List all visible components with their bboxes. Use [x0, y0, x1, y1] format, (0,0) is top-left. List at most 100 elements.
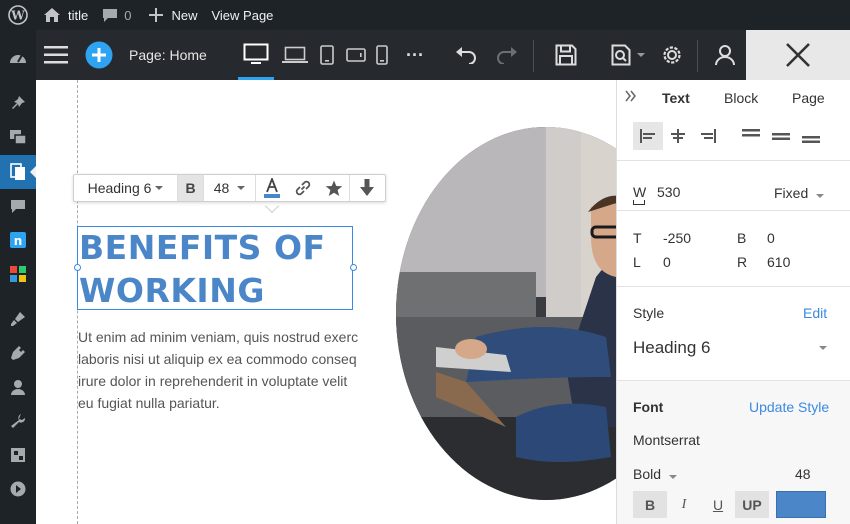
- width-value-input[interactable]: 530: [657, 184, 680, 200]
- undo-button[interactable]: [453, 30, 479, 80]
- settings-icon[interactable]: [0, 438, 36, 472]
- section-divider: [617, 160, 850, 161]
- heading-line-2: WORKING: [79, 271, 265, 310]
- hero-photo[interactable]: [396, 127, 616, 500]
- font-size-label: 48: [213, 180, 230, 196]
- style-label: Style: [633, 305, 665, 321]
- plugins-icon[interactable]: [0, 336, 36, 370]
- appearance-icon[interactable]: [0, 302, 36, 336]
- italic-button[interactable]: I: [669, 491, 699, 518]
- heading-line-1: BENEFITS OF: [79, 228, 326, 267]
- users-icon[interactable]: [0, 370, 36, 404]
- font-weight-dropdown[interactable]: Bold: [633, 466, 677, 482]
- comments-icon[interactable]: [0, 189, 36, 223]
- gear-icon: [663, 46, 681, 64]
- tab-block[interactable]: Block: [724, 90, 758, 106]
- bottom-value-input[interactable]: 0: [767, 230, 775, 246]
- align-right-button[interactable]: [693, 122, 723, 150]
- save-button[interactable]: [552, 30, 580, 80]
- width-bracket-icon: [633, 200, 645, 205]
- section-divider: [617, 210, 850, 211]
- add-circle-icon: [85, 41, 113, 69]
- panel-tabs: Text Block Page: [617, 80, 850, 118]
- new-content-menu[interactable]: New: [142, 0, 204, 30]
- site-title: title: [68, 7, 89, 23]
- close-builder-button[interactable]: [746, 30, 850, 80]
- underline-button[interactable]: U: [703, 491, 733, 518]
- text-color-swatch[interactable]: [776, 491, 826, 518]
- preview-icon: [611, 44, 631, 66]
- comments-link[interactable]: 0: [95, 0, 138, 30]
- paragraph-line: eu fugiat nulla pariatur.: [78, 395, 220, 411]
- user-account-button[interactable]: [712, 30, 738, 80]
- view-page-link[interactable]: View Page: [204, 0, 280, 30]
- redo-icon: [497, 47, 517, 64]
- right-value-input[interactable]: 610: [767, 254, 790, 270]
- link-button[interactable]: [288, 175, 318, 201]
- valign-bottom-button[interactable]: [796, 122, 826, 150]
- align-left-icon: [640, 129, 655, 143]
- site-home-link[interactable]: title: [36, 0, 95, 30]
- bold-button[interactable]: B: [633, 491, 667, 518]
- plugin-n-icon[interactable]: n: [0, 223, 36, 257]
- page-selector[interactable]: Page: Home: [129, 30, 209, 80]
- style-dropdown[interactable]: Heading 6: [74, 175, 178, 201]
- laptop-view-button[interactable]: [280, 30, 310, 80]
- home-icon: [44, 8, 60, 22]
- tab-text[interactable]: Text: [662, 90, 690, 106]
- wp-admin-sidebar: n: [0, 30, 36, 524]
- redo-button[interactable]: [494, 30, 520, 80]
- collapse-panel-button[interactable]: [625, 89, 637, 105]
- heading-text[interactable]: BENEFITS OF WORKING: [79, 226, 359, 312]
- colorful-plugin-icon[interactable]: [0, 257, 36, 291]
- uppercase-button[interactable]: UP: [735, 491, 769, 518]
- dashboard-icon[interactable]: [0, 41, 36, 75]
- tablet-view-button[interactable]: [318, 30, 336, 80]
- pages-icon[interactable]: [0, 155, 36, 189]
- settings-button[interactable]: [658, 30, 686, 80]
- align-center-button[interactable]: [663, 122, 693, 150]
- download-style-button[interactable]: [350, 175, 384, 201]
- menu-toggle-button[interactable]: [42, 30, 70, 80]
- media-icon[interactable]: [0, 120, 36, 154]
- bold-toggle[interactable]: B: [178, 175, 204, 201]
- page-label: Page: Home: [129, 47, 207, 63]
- text-format-bar: Heading 6 B 48: [73, 174, 386, 202]
- more-options-button[interactable]: ···: [402, 30, 428, 80]
- more-icon: ···: [406, 44, 424, 65]
- tools-icon[interactable]: [0, 404, 36, 438]
- body-paragraph[interactable]: Ut enim ad minim veniam, quis nostrud ex…: [78, 326, 382, 414]
- wordpress-logo-icon[interactable]: W: [0, 0, 36, 30]
- valign-middle-button[interactable]: [766, 122, 796, 150]
- plus-icon: [149, 8, 164, 22]
- style-edit-link[interactable]: Edit: [803, 305, 827, 321]
- phone-view-button[interactable]: [374, 30, 390, 80]
- preview-button[interactable]: [608, 30, 648, 80]
- left-value-input[interactable]: 0: [663, 254, 671, 270]
- valign-top-button[interactable]: [736, 122, 766, 150]
- uppercase-button-label: UP: [742, 496, 762, 513]
- favorite-style-button[interactable]: [318, 175, 350, 201]
- align-left-button[interactable]: [633, 122, 663, 150]
- text-color-button[interactable]: [256, 175, 288, 201]
- top-value-input[interactable]: -250: [663, 230, 691, 246]
- font-size-input[interactable]: 48: [795, 466, 811, 482]
- font-family-select[interactable]: Montserrat: [633, 432, 700, 448]
- comments-count: 0: [124, 7, 132, 23]
- chevron-down-icon: [155, 186, 164, 190]
- add-element-button[interactable]: [85, 30, 113, 80]
- width-mode-dropdown[interactable]: Fixed: [774, 185, 825, 201]
- desktop-view-button[interactable]: [238, 30, 274, 80]
- style-select[interactable]: Heading 6: [633, 338, 827, 358]
- collapse-menu-icon[interactable]: [0, 472, 36, 506]
- chevron-down-icon: [637, 53, 645, 57]
- update-style-link[interactable]: Update Style: [749, 399, 829, 415]
- font-size-dropdown[interactable]: 48: [204, 175, 256, 201]
- top-label: T: [633, 230, 642, 246]
- tablet-landscape-view-button[interactable]: [344, 30, 368, 80]
- bold-button-label: B: [644, 496, 656, 513]
- width-label-text: W: [633, 184, 647, 200]
- pin-icon[interactable]: [0, 86, 36, 120]
- tab-page[interactable]: Page: [792, 90, 825, 106]
- section-divider: [617, 380, 850, 381]
